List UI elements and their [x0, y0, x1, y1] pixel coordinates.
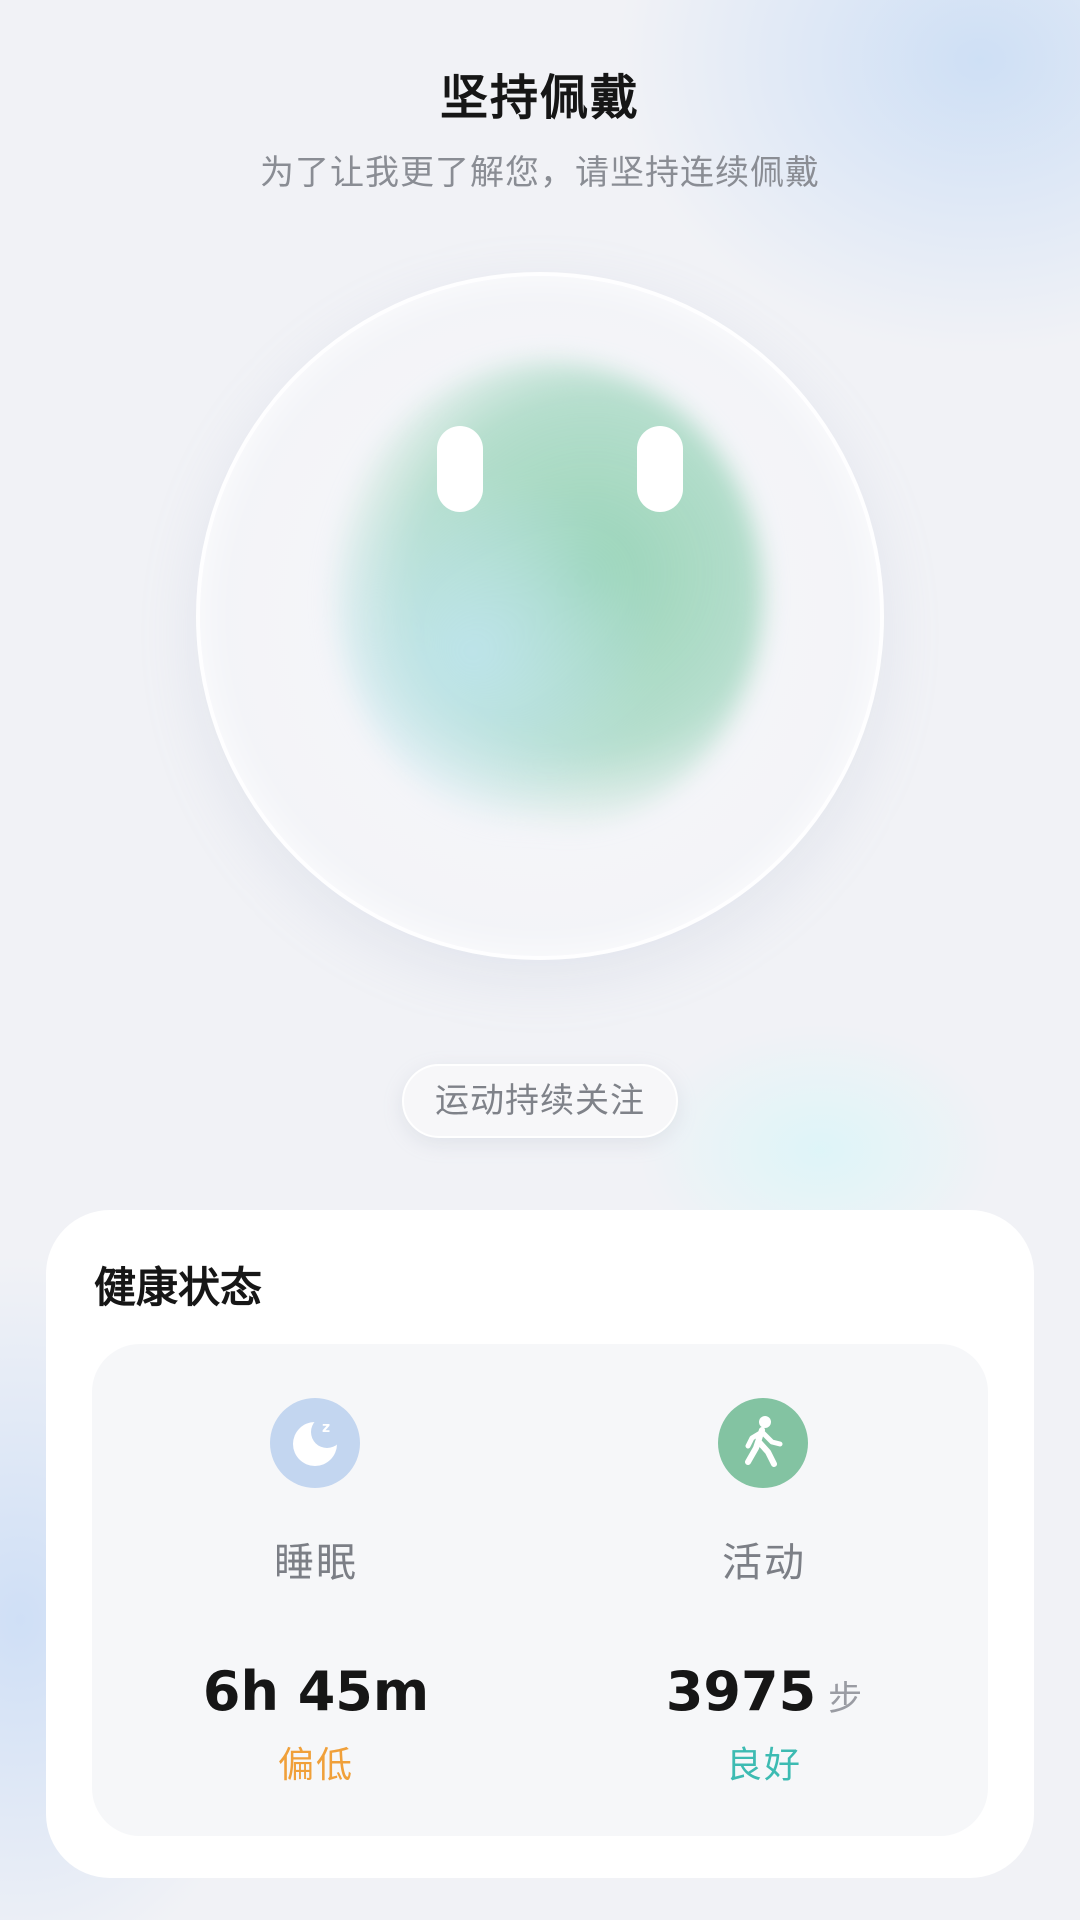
avatar-left-eye: [437, 426, 483, 512]
health-status-title: 健康状态: [94, 1263, 263, 1312]
avatar-glow: [333, 361, 763, 831]
avatar-right-eye: [637, 426, 683, 512]
step-unit: 步: [828, 1679, 863, 1719]
svg-text:z: z: [322, 1420, 330, 1436]
activity-value: 3975 步: [540, 1660, 988, 1723]
step-count: 3975: [665, 1660, 817, 1723]
activity-focus-chip[interactable]: 运动持续关注: [402, 1064, 678, 1138]
companion-avatar[interactable]: [196, 272, 884, 960]
activity-status: 良好: [725, 1745, 802, 1786]
activity-label: 活动: [722, 1540, 806, 1586]
sleep-moon-icon: z: [270, 1398, 360, 1488]
sleep-duration: 6h 45m: [202, 1660, 430, 1723]
sleep-label: 睡眠: [274, 1540, 358, 1586]
page-title: 坚持佩戴: [439, 70, 640, 126]
sleep-status: 偏低: [277, 1745, 354, 1786]
sleep-value: 6h 45m: [92, 1660, 540, 1723]
walking-person-icon: [718, 1398, 808, 1488]
activity-metric[interactable]: 活动 3975 步 良好: [540, 1344, 988, 1836]
health-status-card: 健康状态 z 睡眠 6h 45m 偏低 活动 3975 步 良好: [46, 1210, 1034, 1878]
health-metrics-panel: z 睡眠 6h 45m 偏低 活动 3975 步 良好: [92, 1344, 988, 1836]
sleep-metric[interactable]: z 睡眠 6h 45m 偏低: [92, 1344, 540, 1836]
page-subtitle: 为了让我更了解您，请坚持连续佩戴: [260, 153, 820, 193]
